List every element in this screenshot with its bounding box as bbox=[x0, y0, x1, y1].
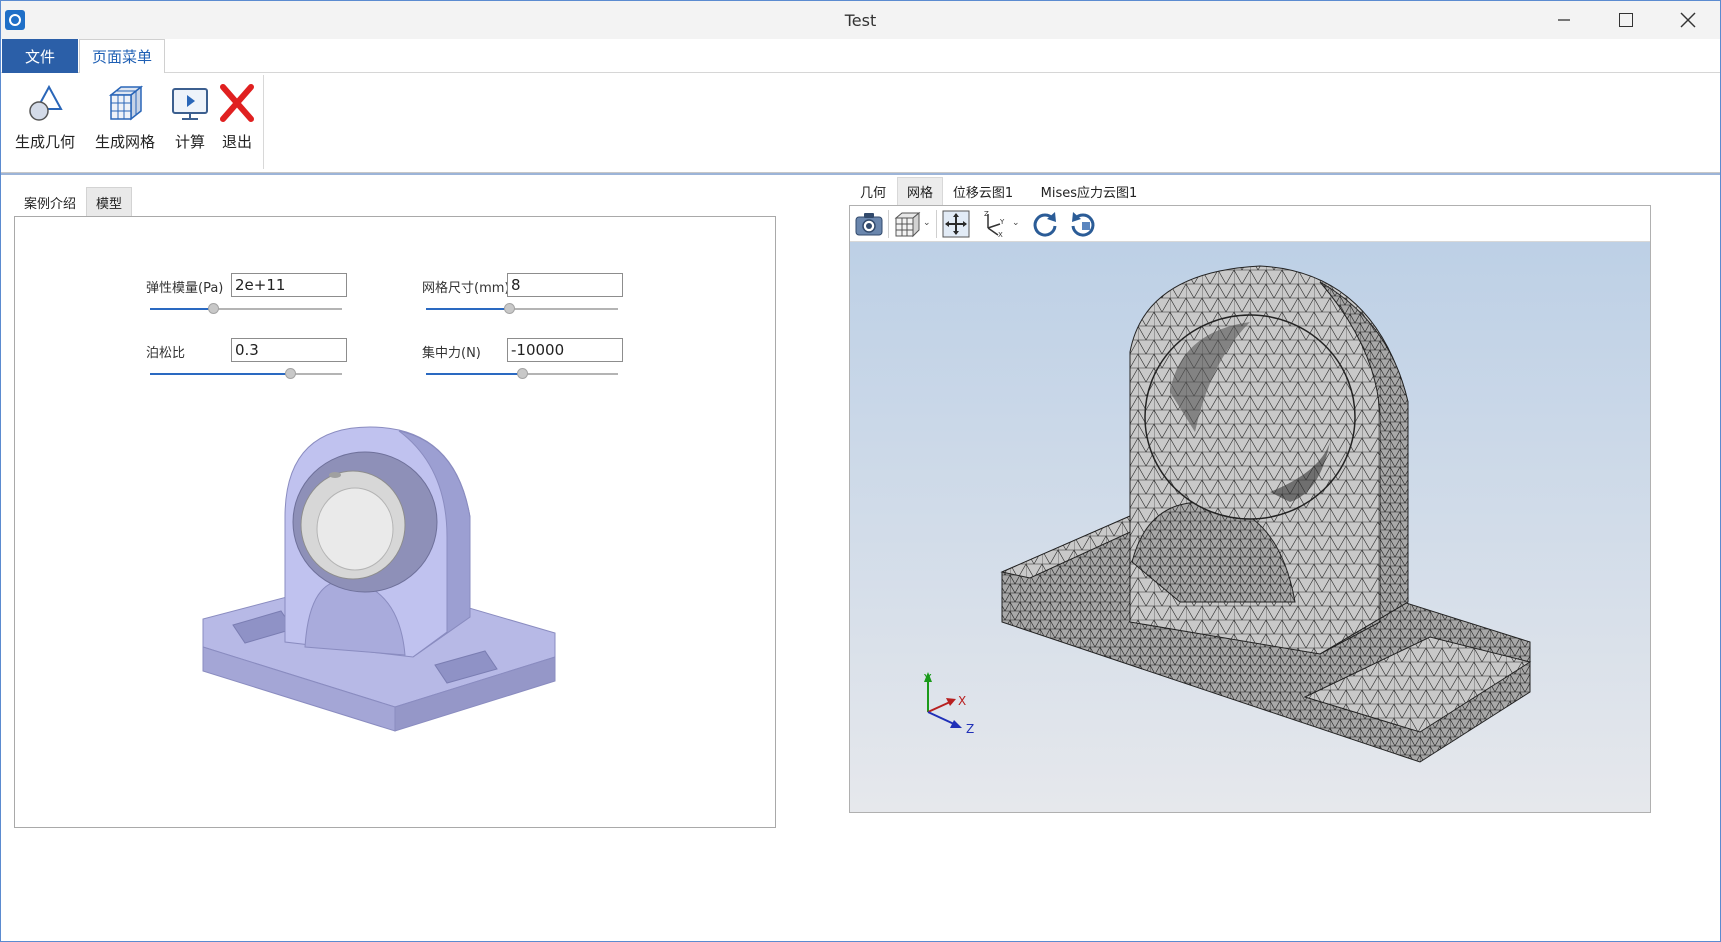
compute-label: 计算 bbox=[174, 133, 205, 151]
rotate-cw-icon bbox=[1033, 212, 1057, 237]
generate-mesh-label: 生成网格 bbox=[95, 133, 156, 151]
title-bar: Test bbox=[1, 1, 1720, 39]
geometry-icon bbox=[29, 84, 63, 121]
generate-geometry-button[interactable]: 生成几何 bbox=[15, 81, 75, 152]
close-button[interactable] bbox=[1657, 1, 1719, 39]
toolbar-divider bbox=[936, 210, 937, 238]
svg-text:Y: Y bbox=[999, 218, 1005, 226]
poisson-ratio-label: 泊松比 bbox=[146, 346, 186, 361]
tab-model[interactable]: 模型 bbox=[86, 187, 132, 217]
ribbon-tab-bar: 文件 页面菜单 bbox=[1, 39, 1720, 74]
slider-fill bbox=[426, 373, 522, 375]
mesh-size-input[interactable] bbox=[507, 273, 623, 297]
mesh-viewport[interactable]: Y X Z bbox=[850, 242, 1650, 812]
model-panel: 弹性模量(Pa) 网格尺寸(mm) 泊松比 集中力(N) bbox=[14, 216, 776, 828]
fit-view-button[interactable] bbox=[941, 209, 971, 239]
concentrated-force-label: 集中力(N) bbox=[422, 346, 481, 361]
tab-case-intro[interactable]: 案例介绍 bbox=[15, 187, 85, 217]
camera-icon bbox=[855, 213, 883, 236]
axis-orientation-button[interactable]: Z Y X bbox=[979, 209, 1009, 239]
mesh-size-label: 网格尺寸(mm) bbox=[422, 281, 510, 296]
mesh-viewer: ⌄ Z Y X ⌄ Y X Z bbox=[849, 205, 1651, 813]
ribbon-divider bbox=[263, 75, 264, 169]
minimize-button[interactable] bbox=[1533, 1, 1595, 39]
slider-thumb[interactable] bbox=[517, 368, 528, 379]
slider-fill bbox=[150, 308, 214, 310]
slider-fill bbox=[426, 308, 509, 310]
mesh-cube-icon bbox=[108, 85, 144, 121]
axis-x-label: X bbox=[958, 694, 967, 708]
axis-dropdown-chevron-down-icon[interactable]: ⌄ bbox=[1012, 218, 1020, 228]
axis-z-label: Z bbox=[966, 722, 975, 736]
fit-view-icon bbox=[942, 210, 970, 238]
ribbon-toolbar: 生成几何 生成网格 计算 退出 bbox=[1, 73, 1720, 173]
view-cube-button[interactable] bbox=[892, 209, 922, 239]
slider-fill bbox=[150, 373, 291, 375]
elastic-modulus-slider[interactable] bbox=[150, 303, 342, 315]
viewer-toolbar: ⌄ Z Y X ⌄ bbox=[850, 206, 1650, 242]
compute-button[interactable]: 计算 bbox=[168, 81, 212, 152]
view-cube-dropdown-chevron-down-icon[interactable]: ⌄ bbox=[923, 218, 931, 228]
generate-geometry-label: 生成几何 bbox=[15, 133, 76, 151]
window-title: Test bbox=[844, 11, 877, 30]
content-divider bbox=[1, 173, 1720, 175]
elastic-modulus-label: 弹性模量(Pa) bbox=[146, 281, 224, 296]
mesh-size-slider[interactable] bbox=[426, 303, 618, 315]
svg-text:Z: Z bbox=[984, 210, 989, 218]
elastic-modulus-input[interactable] bbox=[231, 273, 347, 297]
tab-geometry[interactable]: 几何 bbox=[849, 177, 897, 205]
tab-displacement-contour[interactable]: 位移云图1 bbox=[945, 177, 1021, 205]
tab-page-menu[interactable]: 页面菜单 bbox=[79, 39, 165, 74]
tab-mises-contour[interactable]: Mises应力云图1 bbox=[1027, 177, 1151, 205]
slider-thumb[interactable] bbox=[208, 303, 220, 314]
minimize-icon bbox=[1558, 19, 1570, 21]
slider-thumb[interactable] bbox=[285, 368, 297, 379]
concentrated-force-slider[interactable] bbox=[426, 368, 618, 380]
generate-mesh-button[interactable]: 生成网格 bbox=[95, 81, 155, 152]
rotate-cw-button[interactable] bbox=[1030, 209, 1060, 239]
slider-thumb[interactable] bbox=[503, 303, 515, 314]
compute-monitor-icon bbox=[172, 88, 208, 120]
concentrated-force-input[interactable] bbox=[507, 338, 623, 362]
rotate-ccw-icon bbox=[1071, 212, 1095, 237]
rotate-ccw-button[interactable] bbox=[1068, 209, 1098, 239]
poisson-ratio-input[interactable] bbox=[231, 338, 347, 362]
tab-mesh[interactable]: 网格 bbox=[897, 177, 943, 205]
exit-x-icon bbox=[220, 84, 254, 122]
poisson-ratio-slider[interactable] bbox=[150, 368, 342, 380]
exit-label: 退出 bbox=[221, 133, 252, 151]
exit-button[interactable]: 退出 bbox=[215, 81, 259, 152]
close-icon bbox=[1680, 12, 1696, 28]
view-cube-icon bbox=[894, 211, 921, 238]
app-window: Test 文件 页面菜单 生成几何 生成网格 计算 退出 案例介绍 模型 弹性模… bbox=[0, 0, 1721, 942]
maximize-icon bbox=[1619, 13, 1633, 27]
maximize-button[interactable] bbox=[1595, 1, 1657, 39]
toolbar-divider bbox=[888, 210, 889, 238]
tab-file[interactable]: 文件 bbox=[2, 39, 78, 73]
svg-text:X: X bbox=[998, 231, 1003, 238]
bearing-model-image bbox=[202, 426, 556, 732]
axis-orientation-icon: Z Y X bbox=[984, 210, 1005, 238]
screenshot-button[interactable] bbox=[854, 209, 884, 239]
axis-y-label: Y bbox=[924, 672, 932, 686]
